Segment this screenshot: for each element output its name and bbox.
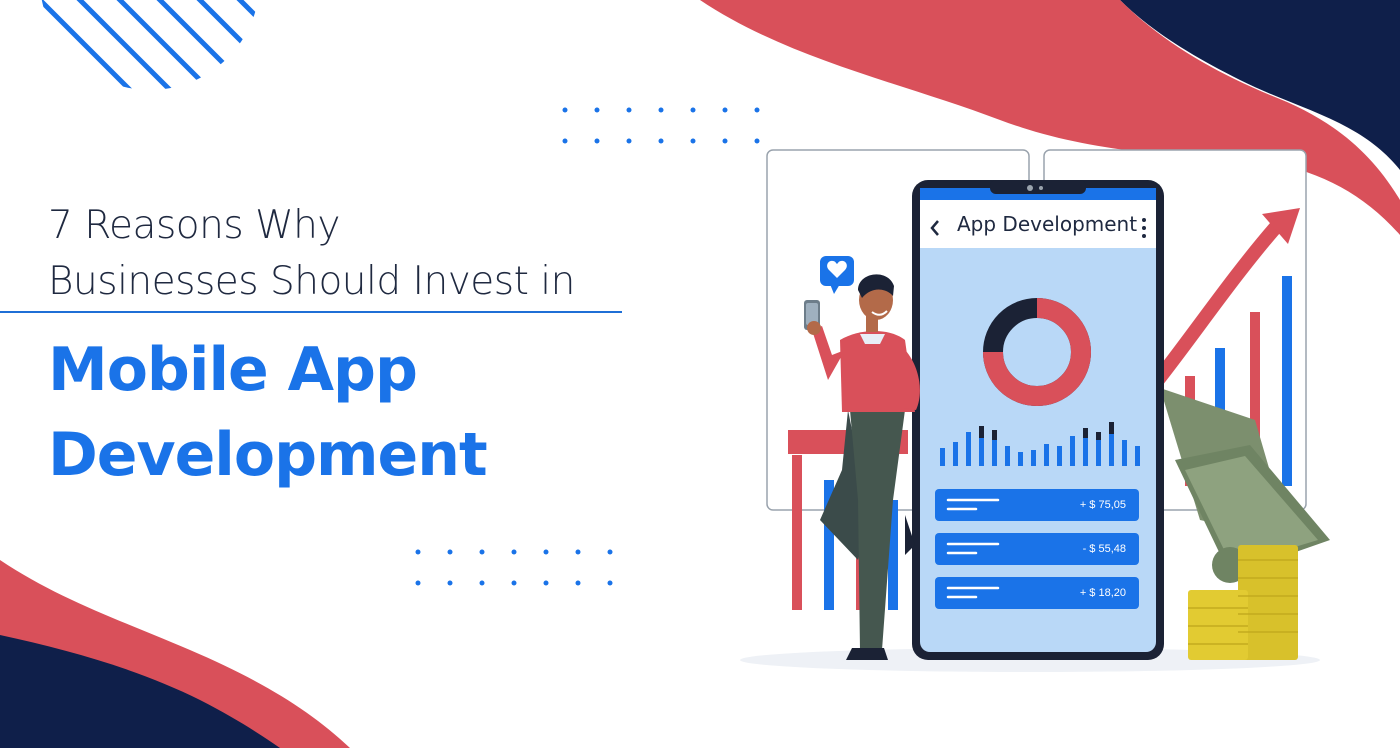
transaction-amount-2: - $ 55,48 bbox=[1082, 543, 1126, 555]
headline-line-1: 7 Reasons Why bbox=[48, 203, 340, 248]
headline-line-2: Businesses Should Invest in bbox=[48, 259, 575, 304]
transaction-amount-1: + $ 75,05 bbox=[1079, 499, 1126, 511]
headline-highlight: Mobile App Development bbox=[48, 328, 488, 498]
phone-screen-title: App Development bbox=[957, 212, 1138, 236]
coin-stack bbox=[1188, 545, 1298, 660]
headline: 7 Reasons Why Businesses Should Invest i… bbox=[48, 198, 648, 310]
headline-underline bbox=[0, 311, 622, 313]
highlight-line-1: Mobile App bbox=[48, 335, 418, 405]
more-vert-icon bbox=[1142, 218, 1146, 238]
highlight-line-2: Development bbox=[48, 420, 488, 490]
transaction-amount-3: + $ 18,20 bbox=[1079, 587, 1126, 599]
